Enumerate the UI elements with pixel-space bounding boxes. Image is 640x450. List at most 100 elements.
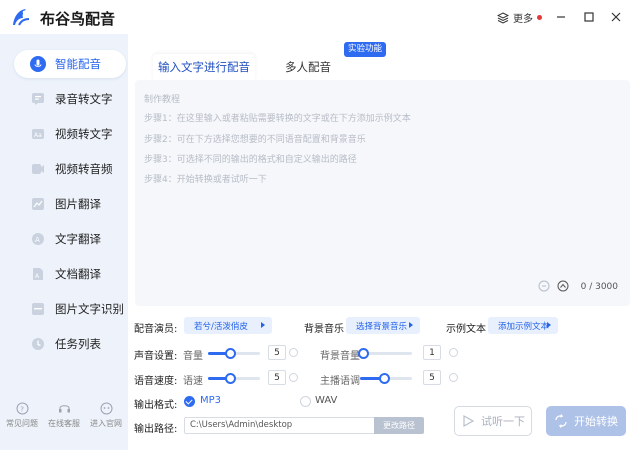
hint-step-4: 步骤4：开始转换或者试听一下 [144,175,267,185]
sidebar-item-label: 文档翻译 [55,267,101,281]
preview-button[interactable]: 试听一下 [454,406,532,436]
format-wav-radio[interactable] [300,396,311,407]
text-translate-icon: A [30,231,46,247]
layers-icon [497,11,509,24]
sidebar-item-label: 视频转音频 [55,162,113,176]
image-translate-icon [30,196,46,212]
format-mp3-label[interactable]: MP3 [200,395,221,406]
sidebar-item-label: 智能配音 [55,57,101,71]
sidebar: 智能配音 录音转文字 Aa 视频转文字 视频转音频 图片翻译 A 文字翻译 A … [0,34,128,450]
text-editor[interactable]: 制作教程 步骤1：在这里输入或者粘贴需要转换的文字或在下方添加示例文本 步骤2：… [135,80,630,306]
sidebar-item-image-ocr[interactable]: 图片文字识别 [14,295,126,323]
speed-input[interactable]: 5 [268,370,286,385]
sidebar-item-label: 视频转文字 [55,127,113,141]
tab-multi-voice[interactable]: 多人配音 [260,54,356,80]
close-icon [611,12,621,22]
play-icon [463,414,475,428]
experimental-badge: 实验功能 [344,42,387,57]
faq-button[interactable]: ? 常见问题 [2,402,42,429]
sidebar-item-image-translate[interactable]: 图片翻译 [14,190,126,218]
preview-label: 试听一下 [481,415,525,428]
volume-slider[interactable] [208,348,260,359]
sample-text-select[interactable]: 添加示例文本 [488,317,558,334]
close-button[interactable] [608,9,624,25]
app-logo-icon [13,9,30,26]
output-format-label: 输出格式: [134,400,178,411]
maximize-icon [584,12,594,22]
sidebar-item-label: 图片文字识别 [55,302,124,316]
minimize-icon [557,16,565,18]
sidebar-item-task-list[interactable]: 任务列表 [14,330,126,358]
sidebar-item-video-text[interactable]: Aa 视频转文字 [14,120,126,148]
clear-icon[interactable] [538,280,550,292]
speed-settings-label: 语音速度: [134,376,178,387]
volume-input[interactable]: 5 [268,345,286,360]
title-bar: 布谷鸟配音 更多 [0,0,640,34]
sidebar-item-recording-text[interactable]: 录音转文字 [14,85,126,113]
change-path-button[interactable]: 更改路径 [374,417,424,434]
bgm-select[interactable]: 选择背景音乐 [346,317,420,334]
bgm-volume-slider-handle[interactable] [358,348,369,359]
start-convert-button[interactable]: 开始转换 [546,406,626,436]
bgm-volume-input[interactable]: 1 [423,345,441,360]
tab-text-to-voice[interactable]: 输入文字进行配音 [153,54,255,80]
video-audio-icon [30,161,46,177]
speed-slider-handle[interactable] [225,373,236,384]
sidebar-item-document-translate[interactable]: A 文档翻译 [14,260,126,288]
question-icon: ? [16,402,28,415]
sidebar-item-label: 任务列表 [55,337,101,351]
bgm-volume-reset-icon[interactable] [449,348,458,357]
voice-actor-label: 配音演员: [134,324,178,335]
volume-label: 音量 [183,351,203,362]
format-wav-label[interactable]: WAV [315,395,337,406]
pitch-reset-icon[interactable] [449,373,458,382]
volume-reset-icon[interactable] [289,348,298,357]
main-panel: 输入文字进行配音 多人配音 实验功能 制作教程 步骤1：在这里输入或者粘贴需要转… [128,34,640,450]
bgm-label: 背景音乐 [304,324,344,335]
pitch-slider[interactable] [360,373,412,384]
play-arrow-icon [261,322,265,328]
speed-reset-icon[interactable] [289,373,298,382]
svg-text:Aa: Aa [34,132,42,139]
ai-voice-icon [30,56,46,72]
pitch-input[interactable]: 5 [423,370,441,385]
voice-actor-select[interactable]: 若兮/活泼俏皮 [184,317,272,334]
speed-slider[interactable] [208,373,260,384]
format-mp3-radio[interactable] [184,396,195,407]
format-icon[interactable] [557,280,569,292]
document-translate-icon: A [30,266,46,282]
website-icon [100,402,112,415]
online-support-label: 在线客服 [48,419,80,428]
sidebar-item-video-audio[interactable]: 视频转音频 [14,155,126,183]
hint-step-1: 步骤1：在这里输入或者粘贴需要转换的文字或在下方添加示例文本 [144,114,411,124]
speed-label: 语速 [183,376,203,387]
pitch-label: 主播语调 [320,376,360,387]
sample-text-label: 示例文本 [446,324,486,335]
bgm-value: 选择背景音乐 [356,321,408,332]
bgm-volume-label: 背景音量 [320,351,360,362]
sidebar-item-label: 图片翻译 [55,197,101,211]
pitch-slider-handle[interactable] [379,373,390,384]
more-menu-button[interactable]: 更多 [497,10,542,25]
maximize-button[interactable] [581,9,597,25]
hint-title: 制作教程 [144,95,181,105]
sidebar-item-ai-voice[interactable]: 智能配音 [14,50,126,78]
char-count: 0 / 3000 [580,282,618,292]
convert-icon [555,414,567,428]
online-support-button[interactable]: 在线客服 [44,402,84,429]
faq-label: 常见问题 [6,419,38,428]
headset-icon [58,405,70,413]
official-website-button[interactable]: 进入官网 [86,402,126,429]
image-ocr-icon [30,301,46,317]
sound-settings-label: 声音设置: [134,351,178,362]
bgm-volume-slider[interactable] [358,348,412,359]
app-title: 布谷鸟配音 [40,10,116,28]
volume-slider-handle[interactable] [225,348,236,359]
svg-text:A: A [35,236,40,244]
recording-text-icon [30,91,46,107]
minimize-button[interactable] [553,9,569,25]
hint-step-2: 步骤2：可在下方选择您想要的不同语音配置和背景音乐 [144,135,366,145]
output-path-input[interactable]: C:\Users\Admin\desktop [184,417,376,434]
svg-text:?: ? [20,405,24,413]
sidebar-item-text-translate[interactable]: A 文字翻译 [14,225,126,253]
